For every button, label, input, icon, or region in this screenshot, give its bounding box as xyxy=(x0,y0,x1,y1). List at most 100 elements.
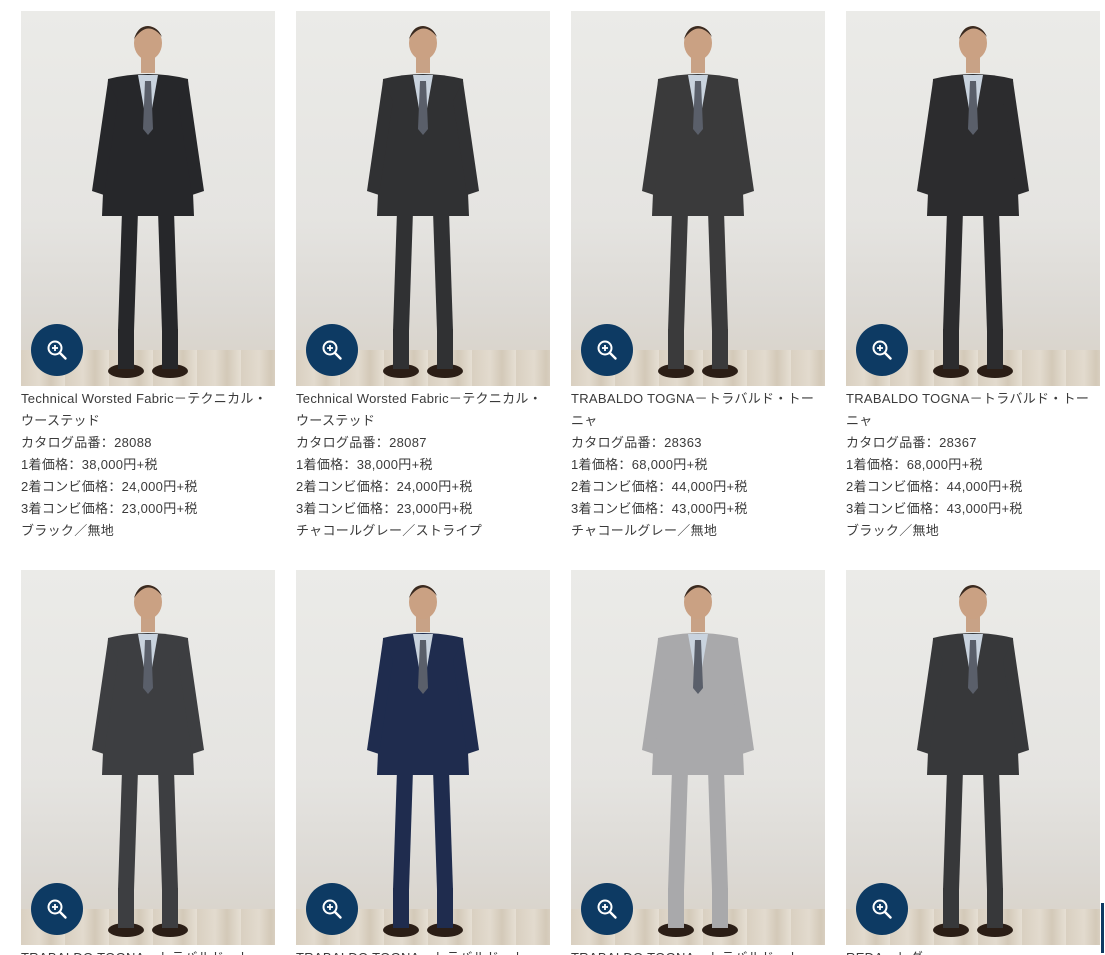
product-info: TRABALDO TOGNA－トラバルド・トーニャ xyxy=(571,947,825,955)
color-pattern: ブラック／無地 xyxy=(846,523,940,538)
product-title[interactable]: Technical Worsted Fabric－テクニカル・ウーステッド xyxy=(296,388,550,432)
trouser-leg xyxy=(943,211,963,331)
product-title[interactable]: REDA－レダ xyxy=(846,947,1100,955)
catalog-number: カタログ品番：28367 xyxy=(846,435,977,450)
product-card[interactable]: Technical Worsted Fabric－テクニカル・ウーステッド カタ… xyxy=(21,11,275,542)
color-pattern: チャコールグレー／ストライプ xyxy=(296,523,483,538)
product-info: Technical Worsted Fabric－テクニカル・ウーステッド カタ… xyxy=(296,388,550,542)
product-photo[interactable] xyxy=(21,570,275,945)
zoom-in-icon xyxy=(872,899,892,919)
trouser-leg xyxy=(393,770,413,890)
trouser-leg xyxy=(118,211,138,331)
trouser-hem xyxy=(987,329,1003,369)
zoom-in-icon xyxy=(872,340,892,360)
product-photo[interactable] xyxy=(571,570,825,945)
trouser-hem xyxy=(943,888,959,928)
trouser-hem xyxy=(712,888,728,928)
trouser-hem xyxy=(987,888,1003,928)
product-photo[interactable] xyxy=(296,11,550,386)
trouser-hem xyxy=(162,888,178,928)
product-photo[interactable] xyxy=(846,570,1100,945)
product-info: REDA－レダ xyxy=(846,947,1100,955)
zoom-button[interactable] xyxy=(856,324,908,376)
trouser-hem xyxy=(943,329,959,369)
product-title[interactable]: Technical Worsted Fabric－テクニカル・ウーステッド xyxy=(21,388,275,432)
price-two-combo: 2着コンビ価格：24,000円+税 xyxy=(296,479,473,494)
product-title[interactable]: TRABALDO TOGNA－トラバルド・トーニャ xyxy=(296,947,550,955)
trouser-hem xyxy=(118,329,134,369)
scrollbar-indicator[interactable] xyxy=(1101,903,1104,953)
catalog-number: カタログ品番：28363 xyxy=(571,435,702,450)
trouser-leg xyxy=(433,211,453,331)
product-info: TRABALDO TOGNA－トラバルド・トーニャ カタログ品番：28363 1… xyxy=(571,388,825,542)
product-info: TRABALDO TOGNA－トラバルド・トーニャ xyxy=(296,947,550,955)
zoom-button[interactable] xyxy=(581,883,633,935)
zoom-button[interactable] xyxy=(306,883,358,935)
catalog-number: カタログ品番：28087 xyxy=(296,435,427,450)
price-two-combo: 2着コンビ価格：44,000円+税 xyxy=(846,479,1023,494)
trouser-hem xyxy=(393,329,409,369)
product-card[interactable]: TRABALDO TOGNA－トラバルド・トーニャ カタログ品番：28363 1… xyxy=(571,11,825,542)
product-card[interactable]: REDA－レダ xyxy=(846,570,1100,955)
price-three-combo: 3着コンビ価格：43,000円+税 xyxy=(571,501,748,516)
price-three-combo: 3着コンビ価格：23,000円+税 xyxy=(296,501,473,516)
product-card[interactable]: TRABALDO TOGNA－トラバルド・トーニャ xyxy=(21,570,275,955)
product-title[interactable]: TRABALDO TOGNA－トラバルド・トーニャ xyxy=(21,947,275,955)
price-single: 1着価格：38,000円+税 xyxy=(296,457,433,472)
zoom-in-icon xyxy=(322,340,342,360)
product-info: TRABALDO TOGNA－トラバルド・トーニャ カタログ品番：28367 1… xyxy=(846,388,1100,542)
zoom-button[interactable] xyxy=(306,324,358,376)
trouser-hem xyxy=(393,888,409,928)
color-pattern: チャコールグレー／無地 xyxy=(571,523,718,538)
product-photo[interactable] xyxy=(846,11,1100,386)
product-card[interactable]: TRABALDO TOGNA－トラバルド・トーニャ カタログ品番：28367 1… xyxy=(846,11,1100,542)
zoom-button[interactable] xyxy=(581,324,633,376)
product-title[interactable]: TRABALDO TOGNA－トラバルド・トーニャ xyxy=(571,388,825,432)
zoom-in-icon xyxy=(597,340,617,360)
price-single: 1着価格：68,000円+税 xyxy=(846,457,983,472)
trouser-leg xyxy=(393,211,413,331)
zoom-button[interactable] xyxy=(31,883,83,935)
catalog-number: カタログ品番：28088 xyxy=(21,435,152,450)
color-pattern: ブラック／無地 xyxy=(21,523,115,538)
product-photo[interactable] xyxy=(571,11,825,386)
product-grid: Technical Worsted Fabric－テクニカル・ウーステッド カタ… xyxy=(0,0,1105,955)
trouser-leg xyxy=(668,211,688,331)
trouser-hem xyxy=(118,888,134,928)
trouser-leg xyxy=(668,770,688,890)
trouser-hem xyxy=(668,329,684,369)
product-card[interactable]: TRABALDO TOGNA－トラバルド・トーニャ xyxy=(296,570,550,955)
trouser-leg xyxy=(943,770,963,890)
product-card[interactable]: TRABALDO TOGNA－トラバルド・トーニャ xyxy=(571,570,825,955)
trouser-leg xyxy=(708,211,728,331)
trouser-hem xyxy=(712,329,728,369)
trouser-leg xyxy=(158,211,178,331)
product-title[interactable]: TRABALDO TOGNA－トラバルド・トーニャ xyxy=(571,947,825,955)
price-two-combo: 2着コンビ価格：44,000円+税 xyxy=(571,479,748,494)
product-info: TRABALDO TOGNA－トラバルド・トーニャ xyxy=(21,947,275,955)
zoom-in-icon xyxy=(322,899,342,919)
trouser-hem xyxy=(668,888,684,928)
zoom-in-icon xyxy=(47,340,67,360)
product-info: Technical Worsted Fabric－テクニカル・ウーステッド カタ… xyxy=(21,388,275,542)
trouser-leg xyxy=(158,770,178,890)
trouser-leg xyxy=(118,770,138,890)
trouser-leg xyxy=(433,770,453,890)
zoom-button[interactable] xyxy=(31,324,83,376)
zoom-in-icon xyxy=(597,899,617,919)
trouser-leg xyxy=(983,770,1003,890)
trouser-hem xyxy=(162,329,178,369)
price-single: 1着価格：38,000円+税 xyxy=(21,457,158,472)
product-card[interactable]: Technical Worsted Fabric－テクニカル・ウーステッド カタ… xyxy=(296,11,550,542)
trouser-hem xyxy=(437,888,453,928)
price-two-combo: 2着コンビ価格：24,000円+税 xyxy=(21,479,198,494)
product-title[interactable]: TRABALDO TOGNA－トラバルド・トーニャ xyxy=(846,388,1100,432)
zoom-in-icon xyxy=(47,899,67,919)
trouser-leg xyxy=(983,211,1003,331)
zoom-button[interactable] xyxy=(856,883,908,935)
price-three-combo: 3着コンビ価格：23,000円+税 xyxy=(21,501,198,516)
product-photo[interactable] xyxy=(296,570,550,945)
trouser-hem xyxy=(437,329,453,369)
price-three-combo: 3着コンビ価格：43,000円+税 xyxy=(846,501,1023,516)
product-photo[interactable] xyxy=(21,11,275,386)
